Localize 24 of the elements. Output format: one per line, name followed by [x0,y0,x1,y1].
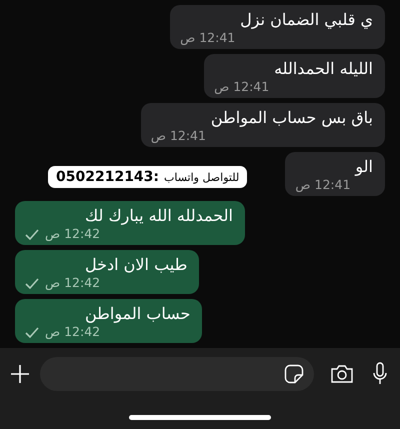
message-text: الليله الحمدالله [273,59,373,79]
sticker-icon[interactable] [284,364,304,384]
microphone-icon[interactable] [372,362,388,386]
message-text: باق بس حساب المواطن [210,108,373,128]
message-text: ي قلبي الضمان نزل [239,10,373,30]
phone-number: 0502212143: [56,169,160,185]
message-time: 12:41 ص [295,177,351,193]
message-text: الحمدلله الله يبارك لك [84,206,233,226]
message-text: حساب المواطن [84,304,190,324]
message-text: طيب الان ادخل [84,255,188,275]
camera-icon[interactable] [330,364,354,384]
message-time: 12:41 ص [214,79,270,95]
message-time: 12:41 ص [180,30,236,46]
check-icon [25,326,39,338]
message-input[interactable] [40,357,314,391]
message-time: 12:42 ص [45,275,100,291]
message-time: 12:42 ص [45,226,100,242]
plus-icon[interactable] [10,364,30,384]
check-icon [25,228,39,240]
label-text: للتواصل واتساب [164,170,240,184]
message-text: الو [354,157,373,177]
message-time: 12:41 ص [150,128,206,144]
check-icon [25,278,39,288]
message-time: 12:42 ص [45,324,100,340]
